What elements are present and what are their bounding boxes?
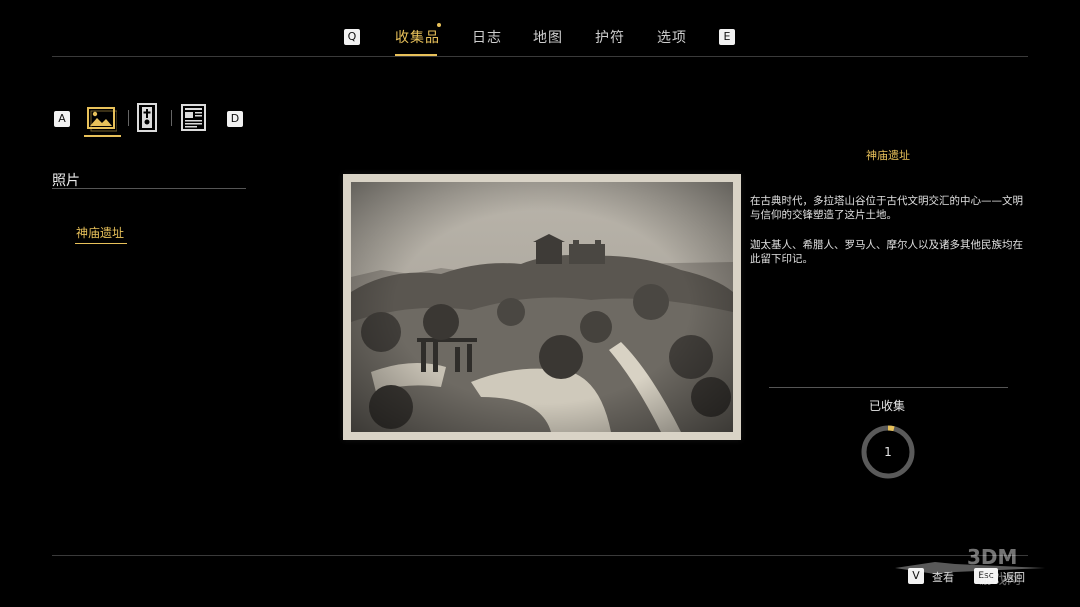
category-separator: [171, 110, 172, 126]
tab-amulets[interactable]: 护符: [595, 27, 625, 47]
prev-category-key[interactable]: A: [54, 111, 70, 127]
temple-ruins-photo: [351, 182, 733, 432]
tab-options[interactable]: 选项: [657, 27, 687, 47]
section-title: 照片: [52, 173, 80, 189]
3dm-watermark-logo: 3DM 游戏网: [895, 545, 1045, 588]
svg-text:游戏网: 游戏网: [979, 572, 1021, 588]
photo-icon[interactable]: [87, 106, 117, 132]
detail-title: 神庙遗址: [866, 149, 910, 162]
collected-count: 1: [884, 445, 892, 459]
tab-map[interactable]: 地图: [533, 27, 563, 47]
active-category-underline: [84, 135, 121, 137]
footer-divider: [52, 555, 1028, 556]
document-icon[interactable]: [181, 104, 207, 132]
new-item-indicator: [437, 23, 441, 27]
detail-paragraph-2: 迦太基人、希腊人、罗马人、摩尔人以及诸多其他民族均在此留下印记。: [750, 239, 1023, 265]
section-divider: [52, 188, 246, 189]
next-category-key[interactable]: D: [227, 111, 243, 127]
collected-label: 已收集: [869, 399, 906, 413]
list-item-temple-ruins[interactable]: 神庙遗址: [76, 224, 124, 241]
prev-tab-key[interactable]: Q: [344, 29, 360, 45]
tab-journal[interactable]: 日志: [472, 27, 502, 47]
category-separator: [128, 110, 129, 126]
tab-collectibles[interactable]: 收集品: [395, 27, 440, 47]
collected-divider: [769, 387, 1008, 388]
next-tab-key[interactable]: E: [719, 29, 735, 45]
header-divider: [52, 56, 1028, 57]
selected-item-underline: [75, 243, 127, 244]
photo-frame: [343, 174, 741, 440]
detail-paragraph-1: 在古典时代，多拉塔山谷位于古代文明交汇的中心——文明与信仰的交锋塑造了这片土地。: [750, 195, 1023, 221]
tombstone-icon[interactable]: [136, 103, 160, 133]
svg-text:3DM: 3DM: [967, 545, 1017, 569]
